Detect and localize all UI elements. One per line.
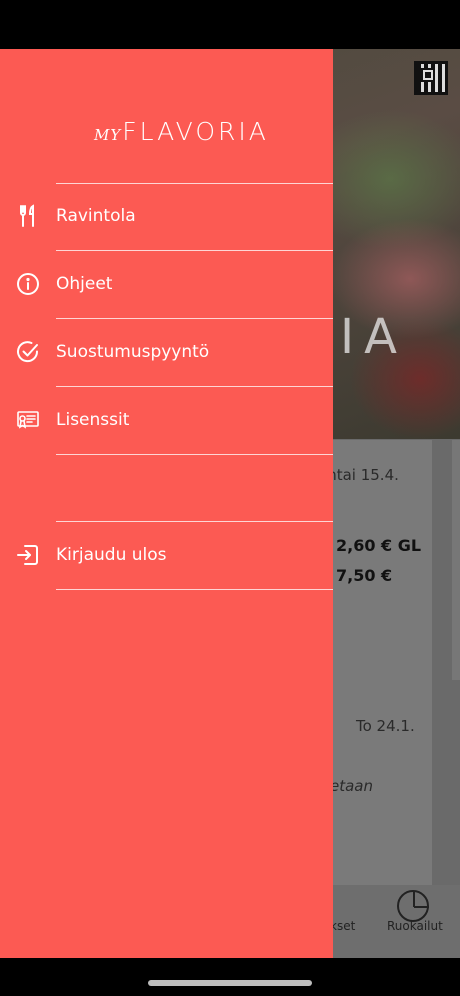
hero-logo-text: IA (340, 309, 407, 365)
system-navigation-bar (0, 958, 460, 996)
app-logo: MY FLAVORIA (94, 117, 269, 146)
menu-item-suostumuspyynto[interactable]: Suostumuspyyntö (0, 319, 333, 386)
check-circle-icon (16, 340, 40, 364)
qr-code-icon[interactable] (414, 61, 448, 95)
divider (56, 454, 333, 455)
card-price: 7,50 € (336, 566, 393, 585)
menu-item-ohjeet[interactable]: Ohjeet (0, 251, 333, 318)
logout-label: Kirjaudu ulos (56, 545, 167, 565)
nav-label-ruokailut[interactable]: Ruokailut (387, 919, 443, 933)
menu-item-label: Suostumuspyyntö (56, 342, 210, 362)
navigation-drawer: MY FLAVORIA Ravintola Ohjeet Suostumuspy… (0, 49, 333, 958)
nav-label[interactable]: kset (330, 919, 355, 933)
logo-prefix: MY (94, 126, 122, 144)
menu-item-ravintola[interactable]: Ravintola (0, 183, 333, 250)
card-price: 2,60 € GL (336, 536, 422, 555)
pie-chart-icon[interactable] (397, 890, 429, 922)
menu-item-lisenssit[interactable]: Lisenssit (0, 387, 333, 454)
certificate-icon (16, 408, 40, 432)
card-note: etaan (330, 777, 374, 795)
logout-icon (16, 543, 40, 567)
menu-item-label: Ravintola (56, 206, 136, 226)
next-card-edge (452, 440, 460, 680)
fork-knife-icon (16, 204, 40, 228)
menu-item-label: Lisenssit (56, 410, 130, 430)
status-bar (0, 0, 460, 49)
logout-button[interactable]: Kirjaudu ulos (0, 522, 333, 589)
gesture-handle[interactable] (148, 980, 312, 986)
divider (56, 589, 333, 590)
logo-name: FLAVORIA (122, 117, 269, 146)
menu-item-label: Ohjeet (56, 274, 113, 294)
info-icon (16, 272, 40, 296)
card-date: To 24.1. (356, 717, 415, 735)
